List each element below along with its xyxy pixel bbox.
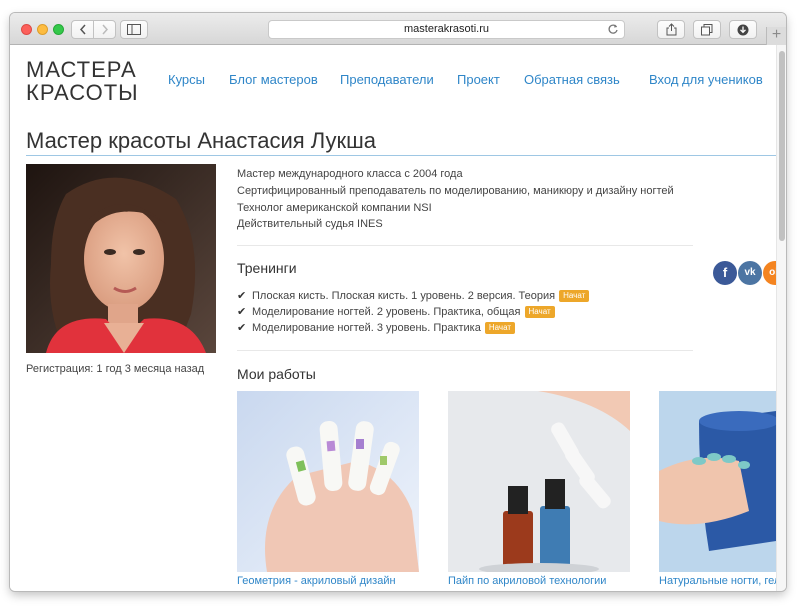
- nav-feedback[interactable]: Обратная связь: [524, 72, 620, 87]
- work-image[interactable]: [448, 391, 630, 572]
- page-title: Мастер красоты Анастасия Лукша: [26, 128, 376, 153]
- downloads-button[interactable]: [729, 20, 757, 39]
- minimize-window-button[interactable]: [37, 24, 48, 35]
- forward-button[interactable]: [93, 20, 116, 39]
- info-line: Сертифицированный преподаватель по модел…: [237, 184, 674, 197]
- training-label: Моделирование ногтей. 3 уровень. Практик…: [252, 322, 481, 334]
- training-label: Моделирование ногтей. 2 уровень. Практик…: [252, 306, 521, 318]
- logo-line2: КРАСОТЫ: [26, 80, 139, 105]
- divider: [237, 350, 693, 351]
- work-caption[interactable]: Пайп по акриловой технологии: [448, 575, 606, 587]
- trainings-list: ✔ Плоская кисть. Плоская кисть. 1 уровен…: [237, 288, 590, 336]
- works-heading: Мои работы: [237, 366, 316, 382]
- work-image[interactable]: [659, 391, 776, 572]
- vkontakte-share-icon[interactable]: vk: [738, 261, 762, 285]
- site-logo[interactable]: МАСТЕРА КРАСОТЫ: [26, 58, 139, 104]
- work-caption[interactable]: Натуральные ногти, гель: [659, 575, 776, 587]
- status-badge: Начат: [484, 322, 515, 334]
- reload-icon[interactable]: [607, 23, 619, 35]
- tabs-overview-button[interactable]: [693, 20, 721, 39]
- work-image[interactable]: [237, 391, 419, 572]
- nav-masters-blog[interactable]: Блог мастеров: [229, 72, 318, 87]
- browser-toolbar: masterakrasoti.ru +: [10, 13, 786, 45]
- info-line: Действительный судья INES: [237, 218, 383, 231]
- close-window-button[interactable]: [21, 24, 32, 35]
- check-icon: ✔: [237, 322, 247, 334]
- address-bar[interactable]: masterakrasoti.ru: [268, 20, 625, 39]
- info-line: Мастер международного класса с 2004 года: [237, 168, 463, 180]
- check-icon: ✔: [237, 290, 247, 302]
- share-icon: [666, 23, 676, 36]
- zoom-window-button[interactable]: [53, 24, 64, 35]
- nav-project[interactable]: Проект: [457, 72, 500, 87]
- training-item[interactable]: ✔ Моделирование ногтей. 3 уровень. Практ…: [237, 320, 589, 336]
- check-icon: ✔: [237, 306, 247, 318]
- web-page: МАСТЕРА КРАСОТЫ Курсы Блог мастеров Преп…: [10, 45, 776, 591]
- share-button[interactable]: [657, 20, 685, 39]
- nav-student-login[interactable]: Вход для учеников: [649, 72, 763, 87]
- title-divider: [26, 155, 776, 156]
- new-tab-button[interactable]: +: [766, 27, 786, 45]
- tabs-icon: [701, 23, 713, 35]
- nav-teachers[interactable]: Преподаватели: [340, 72, 434, 87]
- browser-window: masterakrasoti.ru + МАСТЕРА КРАСОТЫ Курс…: [10, 13, 786, 591]
- training-item[interactable]: ✔ Плоская кисть. Плоская кисть. 1 уровен…: [237, 288, 590, 304]
- url-text: masterakrasoti.ru: [404, 23, 489, 35]
- status-badge: Начат: [559, 290, 590, 302]
- scrollbar-thumb[interactable]: [779, 51, 785, 241]
- download-icon: [737, 24, 749, 35]
- status-badge: Начат: [524, 306, 555, 318]
- logo-line1: МАСТЕРА: [26, 57, 137, 82]
- training-label: Плоская кисть. Плоская кисть. 1 уровень.…: [252, 290, 556, 302]
- master-photo: [26, 164, 216, 353]
- chevron-left-icon: [79, 24, 86, 35]
- page-scrollbar[interactable]: [776, 45, 786, 591]
- info-line: Технолог американской компании NSI: [237, 201, 432, 214]
- sidebar-toggle-button[interactable]: [120, 20, 148, 39]
- master-info: Мастер международного класса с 2004 года…: [237, 166, 674, 233]
- work-caption[interactable]: Геометрия - акриловый дизайн: [237, 575, 396, 587]
- training-item[interactable]: ✔ Моделирование ногтей. 2 уровень. Практ…: [237, 304, 589, 320]
- facebook-share-icon[interactable]: f: [713, 261, 737, 285]
- divider: [237, 245, 693, 246]
- nav-courses[interactable]: Курсы: [168, 72, 205, 87]
- trainings-heading: Тренинги: [237, 260, 297, 276]
- odnoklassniki-share-icon[interactable]: ok: [763, 261, 776, 285]
- back-button[interactable]: [71, 20, 94, 39]
- sidebar-icon: [127, 24, 141, 35]
- registration-date: Регистрация: 1 год 3 месяца назад: [26, 363, 205, 375]
- chevron-right-icon: [101, 24, 108, 35]
